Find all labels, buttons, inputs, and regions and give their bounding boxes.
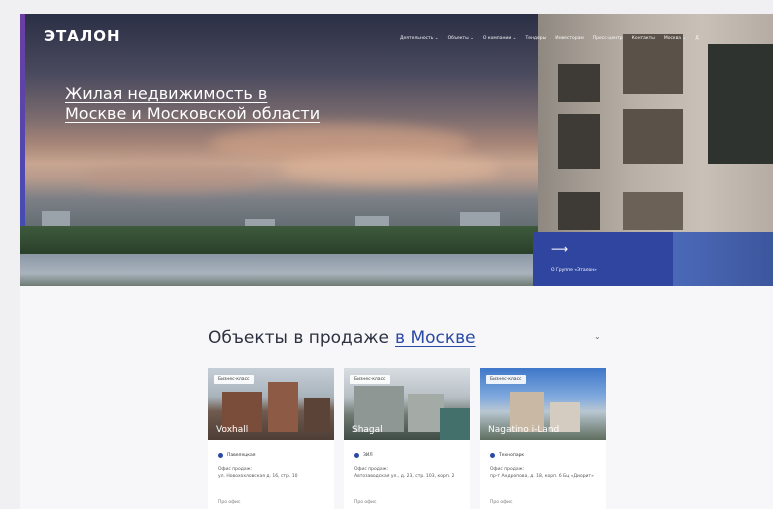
etalon-logo[interactable]: ЭТАЛОН	[44, 27, 121, 45]
metro-dot-icon	[218, 453, 223, 458]
hero-banner: ЭТАЛОН Деятельность ⌄ Объекты ⌄ О компан…	[20, 14, 773, 286]
sales-office-label: Офис продаж:	[218, 467, 253, 472]
page: ЭТАЛОН Деятельность ⌄ Объекты ⌄ О компан…	[20, 14, 773, 509]
metro-station: Павелецкая	[218, 453, 255, 458]
river	[20, 254, 540, 286]
metro-name: Павелецкая	[227, 453, 256, 458]
sales-office-label: Офис продаж:	[354, 467, 389, 472]
hero-headline[interactable]: Жилая недвижимость в Москве и Московской…	[65, 84, 325, 124]
chevron-down-icon[interactable]: ⌄	[594, 332, 601, 341]
project-card-voxhall[interactable]: Бизнес-класс Voxhall Павелецкая Офис про…	[208, 368, 334, 509]
section-title: Объекты в продаже в Москве	[208, 328, 476, 348]
nav-item-press[interactable]: Пресс-центр	[593, 36, 623, 41]
sales-office-address: ул. Новохохловская д. 16, стр. 10	[218, 474, 298, 479]
project-name: Shagal	[352, 425, 383, 435]
about-group-label: О Группе «Эталон»	[551, 268, 597, 273]
nav-item-about[interactable]: О компании ⌄	[483, 36, 517, 41]
project-card-nagatino[interactable]: Бизнес-класс Nagatino i-Land Технопарк О…	[480, 368, 606, 509]
nav-item-investors[interactable]: Инвесторам	[555, 36, 584, 41]
nav-item-objects[interactable]: Объекты ⌄	[448, 36, 474, 41]
class-badge: Бизнес-класс	[214, 375, 254, 384]
sales-office-label: Офис продаж:	[490, 467, 525, 472]
metro-dot-icon	[354, 453, 359, 458]
nav-item-activity[interactable]: Деятельность ⌄	[400, 36, 439, 41]
project-name: Nagatino i-Land	[488, 425, 560, 435]
sales-office-address: пр-т Андропова, д. 18, корп. 6 Бц «Диори…	[490, 474, 594, 479]
nav-item-extra[interactable]: Д	[695, 36, 699, 41]
main-nav: Деятельность ⌄ Объекты ⌄ О компании ⌄ Те…	[400, 36, 699, 41]
nav-item-contacts[interactable]: Контакты	[632, 36, 655, 41]
office-link[interactable]: Про офис	[354, 500, 376, 505]
project-card-shagal[interactable]: Бизнес-класс Shagal ЗИЛ Офис продаж: Авт…	[344, 368, 470, 509]
project-name: Voxhall	[216, 425, 249, 435]
metro-station: ЗИЛ	[354, 453, 373, 458]
metro-name: Технопарк	[499, 453, 525, 458]
class-badge: Бизнес-класс	[350, 375, 390, 384]
nav-item-city[interactable]: Москва ⌄	[664, 36, 686, 41]
office-link[interactable]: Про офис	[490, 500, 512, 505]
about-panel-extension	[673, 232, 773, 286]
nav-item-tenders[interactable]: Тендеры	[525, 36, 546, 41]
office-link[interactable]: Про офис	[218, 500, 240, 505]
metro-station: Технопарк	[490, 453, 524, 458]
class-badge: Бизнес-класс	[486, 375, 526, 384]
about-group-button[interactable]: ⟶ О Группе «Эталон»	[533, 232, 673, 286]
metro-name: ЗИЛ	[363, 453, 373, 458]
arrow-right-icon: ⟶	[551, 242, 569, 256]
metro-dot-icon	[490, 453, 495, 458]
sales-office-address: Автозаводская ул., д. 23, стр. 103, корп…	[354, 474, 455, 479]
city-selector-link[interactable]: в Москве	[395, 328, 476, 348]
section-title-text: Объекты в продаже	[208, 328, 390, 348]
